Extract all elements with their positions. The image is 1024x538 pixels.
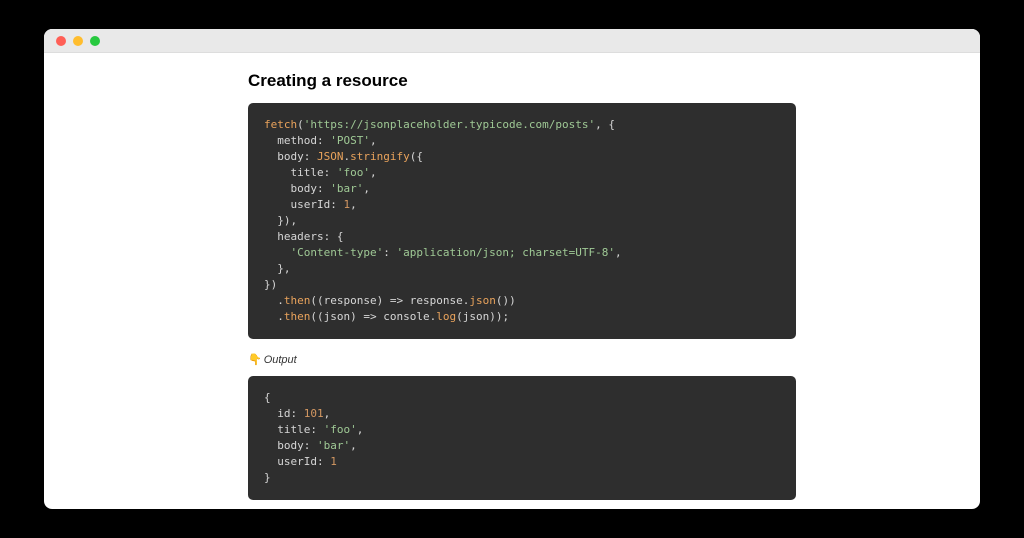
code-token: 'bar' <box>330 182 363 195</box>
code-token: 1 <box>330 455 337 468</box>
code-token: 'foo' <box>337 166 370 179</box>
code-token: ()) <box>496 294 516 307</box>
code-token: } <box>264 471 271 484</box>
close-icon[interactable] <box>56 36 66 46</box>
code-token: title: <box>264 423 324 436</box>
code-token <box>264 246 291 259</box>
code-token: , <box>363 182 370 195</box>
code-token: ((response) => response. <box>310 294 469 307</box>
code-token: then <box>284 294 311 307</box>
output-label: 👇Output <box>248 353 796 366</box>
code-token: 'Content-type' <box>291 246 384 259</box>
code-token: then <box>284 310 311 323</box>
code-token: log <box>436 310 456 323</box>
code-token: ({ <box>410 150 423 163</box>
point-down-icon: 👇 <box>248 354 262 366</box>
code-token: stringify <box>350 150 410 163</box>
code-token: : <box>383 246 396 259</box>
code-token: body: <box>264 150 317 163</box>
code-token: , <box>370 134 377 147</box>
code-token: title: <box>264 166 337 179</box>
code-token: , <box>615 246 622 259</box>
code-token: userId: <box>264 455 330 468</box>
window-title-bar <box>44 29 980 53</box>
page-content: Creating a resource fetch('https://jsonp… <box>44 53 980 509</box>
code-token: (json)); <box>456 310 509 323</box>
code-token: 'foo' <box>324 423 357 436</box>
code-token: 'bar' <box>317 439 350 452</box>
code-token: JSON <box>317 150 344 163</box>
code-token: 'application/json; charset=UTF-8' <box>396 246 615 259</box>
code-block-output: { id: 101, title: 'foo', body: 'bar', us… <box>248 376 796 500</box>
code-token: }, <box>264 262 291 275</box>
browser-window: Creating a resource fetch('https://jsonp… <box>44 29 980 509</box>
code-token: , <box>350 198 357 211</box>
code-token: . <box>264 310 284 323</box>
code-token: 101 <box>304 407 324 420</box>
code-token: json <box>469 294 496 307</box>
code-token: { <box>264 391 271 404</box>
code-token: }), <box>264 214 297 227</box>
code-token: . <box>264 294 284 307</box>
code-token: ((json) => console. <box>310 310 436 323</box>
code-token: ( <box>297 118 304 131</box>
code-token: fetch <box>264 118 297 131</box>
minimize-icon[interactable] <box>73 36 83 46</box>
code-token: 'https://jsonplaceholder.typicode.com/po… <box>304 118 595 131</box>
code-token: headers: { <box>264 230 343 243</box>
code-token: method: <box>264 134 330 147</box>
article-body: Creating a resource fetch('https://jsonp… <box>248 71 796 500</box>
code-token: , { <box>595 118 615 131</box>
code-token: body: <box>264 439 317 452</box>
section-heading: Creating a resource <box>248 71 796 91</box>
output-label-text: Output <box>264 354 297 366</box>
code-token: , <box>357 423 364 436</box>
code-token: body: <box>264 182 330 195</box>
code-token: }) <box>264 278 277 291</box>
code-token: 'POST' <box>330 134 370 147</box>
code-token: id: <box>264 407 304 420</box>
code-token: userId: <box>264 198 343 211</box>
code-token: , <box>370 166 377 179</box>
code-block-request: fetch('https://jsonplaceholder.typicode.… <box>248 103 796 339</box>
maximize-icon[interactable] <box>90 36 100 46</box>
code-token: , <box>324 407 331 420</box>
code-token: , <box>350 439 357 452</box>
